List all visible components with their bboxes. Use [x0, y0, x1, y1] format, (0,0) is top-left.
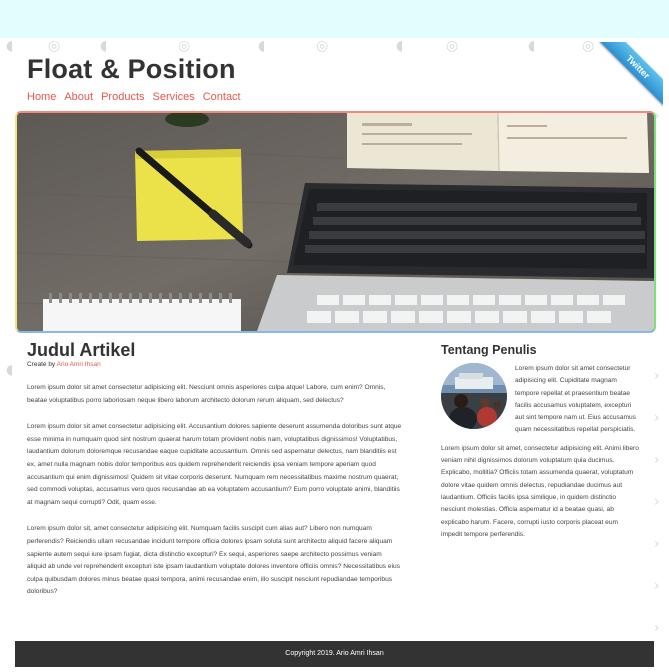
author-link[interactable]: Ario Amri Ihsan — [57, 361, 101, 368]
article-paragraph: Lorem ipsum dolor sit amet consectetur a… — [27, 384, 386, 404]
article-paragraph: Lorem ipsum dolor sit, amet consectetur … — [27, 525, 401, 596]
nav-contact-link[interactable]: Contact — [203, 91, 241, 103]
article-paragraph: Lorem ipsum dolor sit amet consectetur a… — [27, 423, 402, 506]
hero-desk-illustration — [17, 113, 654, 331]
hero-image — [15, 111, 656, 333]
twitter-ribbon-label: Twitter — [599, 42, 663, 106]
article-byline: Create by Ario Amri Ihsan — [27, 361, 402, 368]
author-sidebar: Tentang Penulis Lorem ipsum dolor sit am… — [441, 343, 641, 541]
nav-services-link[interactable]: Services — [153, 91, 195, 103]
site-footer: Copyright 2019. Ario Amri Ihsan — [15, 641, 654, 667]
author-avatar-photo — [441, 363, 507, 429]
twitter-ribbon[interactable]: Twitter — [597, 42, 663, 108]
article-title: Judul Artikel — [27, 340, 136, 360]
nav-home-link[interactable]: Home — [27, 91, 56, 103]
nav-products-link[interactable]: Products — [101, 91, 144, 103]
sidebar-paragraph: Lorem ipsum dolor sit amet, consectetur … — [441, 444, 639, 538]
footer-copyright: Copyright 2019. Ario Amri Ihsan — [285, 650, 384, 657]
byline-prefix: Create by — [27, 361, 56, 368]
sidebar-title: Tentang Penulis — [441, 343, 537, 357]
main-nav: Home About Products Services Contact — [27, 91, 249, 103]
nav-about-link[interactable]: About — [64, 91, 93, 103]
top-bar — [0, 0, 669, 38]
site-header: Float & Position — [27, 54, 236, 85]
site-title: Float & Position — [27, 54, 236, 84]
article: Judul Artikel Create by Ario Amri Ihsan … — [27, 340, 402, 599]
author-avatar — [441, 363, 507, 429]
